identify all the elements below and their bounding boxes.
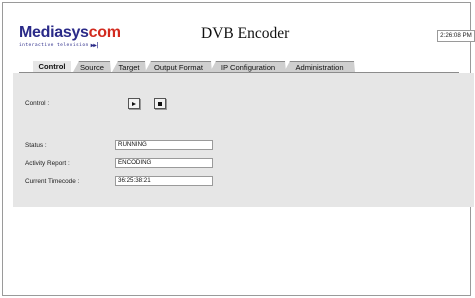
mediasyscom-logo: Mediasyscom interactive television ▶▶| bbox=[19, 25, 129, 51]
activity-report-field[interactable]: ENCODING bbox=[115, 158, 213, 168]
app-window: Mediasyscom interactive television ▶▶| D… bbox=[2, 2, 475, 296]
control-label: Control : bbox=[25, 100, 50, 107]
logo-tagline-row: interactive television ▶▶| bbox=[19, 42, 129, 49]
stop-button[interactable] bbox=[154, 98, 166, 109]
tab-source[interactable]: Source bbox=[73, 61, 111, 72]
clock-display: 2:26:08 PM bbox=[437, 30, 475, 42]
current-timecode-field[interactable]: 36:25:38:21 bbox=[115, 176, 213, 186]
tab-administration[interactable]: Administration bbox=[284, 61, 355, 72]
logo-wordmark: Mediasyscom bbox=[19, 25, 129, 41]
tab-output-format[interactable]: Output Format bbox=[145, 61, 212, 72]
status-field[interactable]: RUNNING bbox=[115, 140, 213, 150]
tab-ip-configuration[interactable]: IP Configuration bbox=[210, 61, 286, 72]
status-label: Status : bbox=[25, 142, 47, 149]
logo-part1: Mediasys bbox=[19, 24, 89, 41]
logo-part2: com bbox=[88, 24, 121, 41]
logo-tagline: interactive television bbox=[19, 43, 89, 48]
stop-icon bbox=[158, 101, 162, 106]
tab-bar: Control Source Target Output Format IP C… bbox=[25, 61, 365, 72]
tab-target[interactable]: Target bbox=[112, 61, 146, 72]
play-icon bbox=[132, 101, 136, 106]
activity-report-label: Activity Report : bbox=[25, 160, 70, 167]
tab-control[interactable]: Control bbox=[33, 61, 71, 72]
control-panel: Control : Status : RUNNING Activity Repo… bbox=[13, 73, 474, 207]
page-title: DVB Encoder bbox=[201, 25, 290, 42]
play-button[interactable] bbox=[128, 98, 140, 109]
fast-forward-icon: ▶▶| bbox=[90, 42, 100, 49]
current-timecode-label: Current Timecode : bbox=[25, 178, 80, 185]
